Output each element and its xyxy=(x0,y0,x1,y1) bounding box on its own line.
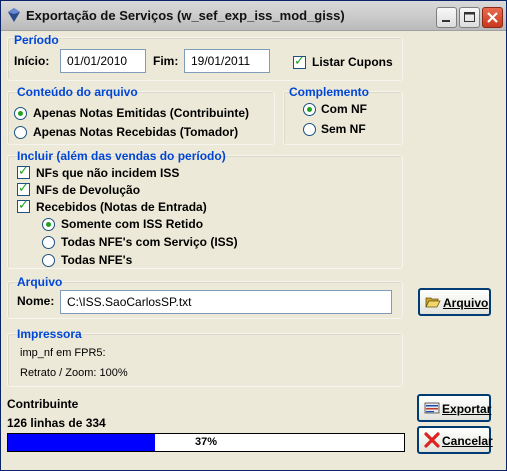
checkbox-devolucao[interactable] xyxy=(17,181,30,196)
close-button[interactable] xyxy=(482,7,503,28)
close-icon xyxy=(487,12,498,23)
exportar-button-label: Exportar xyxy=(442,402,492,416)
devolucao-label[interactable]: NFs de Devolução xyxy=(36,183,140,197)
arquivo-title: Arquivo xyxy=(17,275,63,289)
checkbox-nao-incidem-iss[interactable] xyxy=(17,164,30,179)
window-title: Exportação de Serviços (w_sef_exp_iss_mo… xyxy=(26,8,345,23)
todas-nfe-label[interactable]: Todas NFE's xyxy=(61,253,132,267)
radio-todas-nfe-servico[interactable] xyxy=(42,236,55,249)
radio-sem-nf[interactable] xyxy=(303,123,316,136)
complemento-group xyxy=(283,91,403,145)
todas-nfe-servico-label[interactable]: Todas NFE's com Serviço (ISS) xyxy=(61,235,238,249)
progress-percent: 37% xyxy=(194,436,218,448)
incluir-title: Incluir (além das vendas do período) xyxy=(17,149,226,163)
cancelar-button[interactable]: Cancelar xyxy=(417,426,493,454)
checkbox-recebidos[interactable] xyxy=(17,198,30,213)
radio-notas-recebidas[interactable] xyxy=(14,126,27,139)
radio-com-nf[interactable] xyxy=(303,103,316,116)
sem-nf-label[interactable]: Sem NF xyxy=(321,122,366,136)
status-entity: Contribuinte xyxy=(7,397,79,411)
nao-incidem-iss-label[interactable]: NFs que não incidem ISS xyxy=(36,166,179,180)
radio-notas-emitidas[interactable] xyxy=(14,107,27,120)
printer-settings: Retrato / Zoom: 100% xyxy=(20,367,128,379)
cancel-x-icon xyxy=(424,432,440,448)
exportar-button[interactable]: Exportar xyxy=(417,394,491,422)
periodo-title: Período xyxy=(14,33,59,47)
file-path-input[interactable]: C:\ISS.SaoCarlosSP.txt xyxy=(60,290,392,314)
somente-iss-retido-label[interactable]: Somente com ISS Retido xyxy=(61,217,203,231)
maximize-button[interactable] xyxy=(459,7,480,28)
listar-cupons-checkbox[interactable] xyxy=(293,54,306,69)
recebidos-label[interactable]: Recebidos (Notas de Entrada) xyxy=(36,200,207,214)
maximize-icon xyxy=(464,12,475,22)
printer-name: imp_nf em FPR5: xyxy=(20,347,106,359)
export-progress-bar: 37% xyxy=(7,433,405,452)
export-dialog-window: Exportação de Serviços (w_sef_exp_iss_mo… xyxy=(0,0,507,471)
app-icon xyxy=(8,8,20,22)
cancelar-button-label: Cancelar xyxy=(442,434,493,448)
inicio-date-input[interactable]: 01/01/2010 xyxy=(60,49,146,73)
arquivo-button-label: Arquivo xyxy=(443,296,489,310)
notas-recebidas-label[interactable]: Apenas Notas Recebidas (Tomador) xyxy=(33,125,238,139)
inicio-label: Início: xyxy=(14,54,50,68)
impressora-title: Impressora xyxy=(17,327,82,341)
folder-open-icon xyxy=(425,297,441,308)
radio-todas-nfe[interactable] xyxy=(42,254,55,267)
listar-cupons-label[interactable]: Listar Cupons xyxy=(312,55,393,69)
com-nf-label[interactable]: Com NF xyxy=(321,102,367,116)
minimize-icon xyxy=(442,20,450,22)
complemento-title: Complemento xyxy=(289,85,370,99)
notas-emitidas-label[interactable]: Apenas Notas Emitidas (Contribuinte) xyxy=(33,106,249,120)
conteudo-title: Conteúdo do arquivo xyxy=(17,85,138,99)
minimize-button[interactable] xyxy=(436,7,457,28)
radio-somente-iss-retido[interactable] xyxy=(42,218,55,231)
export-icon xyxy=(424,402,440,414)
status-lines: 126 linhas de 334 xyxy=(7,416,106,430)
fim-date-input[interactable]: 19/01/2011 xyxy=(184,49,270,73)
title-bar[interactable]: Exportação de Serviços (w_sef_exp_iss_mo… xyxy=(1,1,506,31)
nome-label: Nome: xyxy=(17,294,55,308)
arquivo-button[interactable]: Arquivo xyxy=(418,288,491,316)
fim-label: Fim: xyxy=(153,54,179,68)
